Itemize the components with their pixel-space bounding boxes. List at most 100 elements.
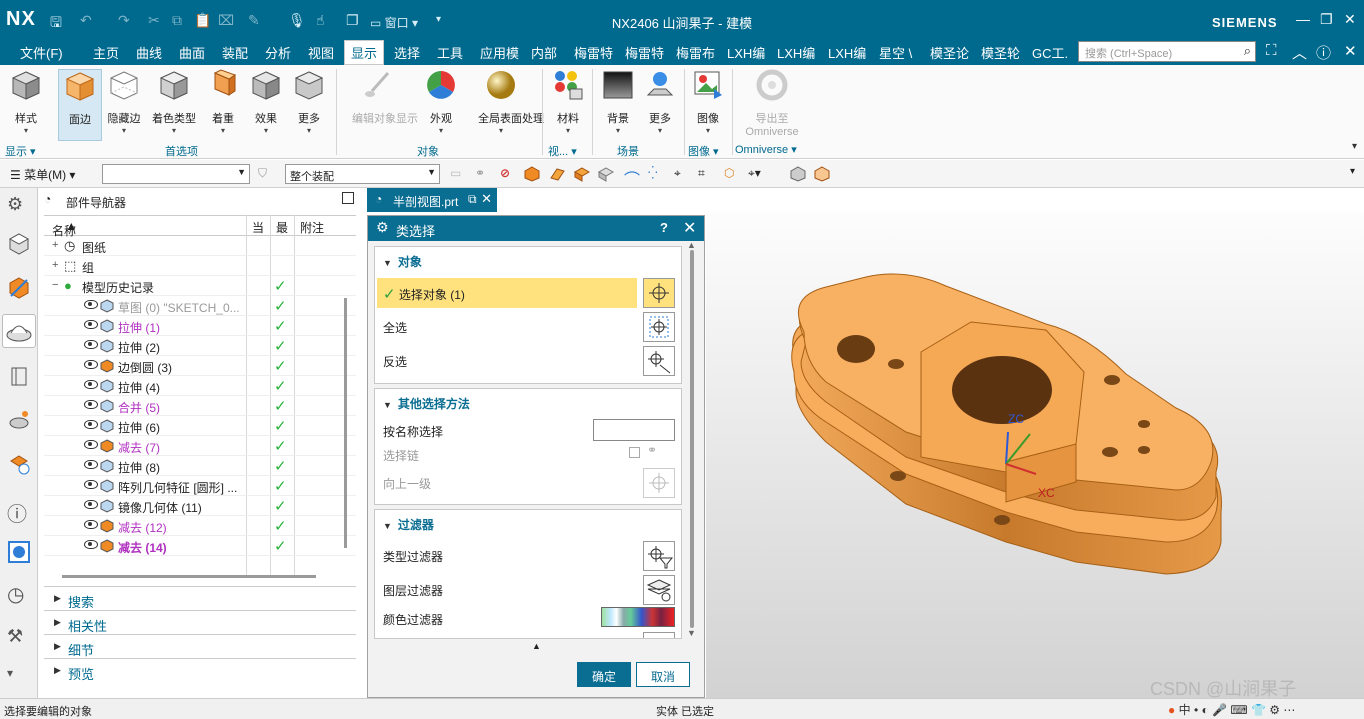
hd3d-icon[interactable] — [7, 408, 31, 432]
tab-close-icon[interactable]: ✕ — [481, 191, 492, 207]
constraint-navigator-icon[interactable] — [7, 276, 31, 300]
face-edge-button[interactable]: 面边 — [58, 69, 102, 141]
selection-scope-dropdown[interactable]: 整个装配 ▼ — [285, 164, 440, 184]
color-filter-swatch[interactable] — [601, 607, 675, 627]
group-view[interactable]: 视... ▾ — [548, 143, 577, 159]
tree-row[interactable]: 草图 (0) "SKETCH_0... ✓ — [44, 296, 356, 316]
visibility-eye-icon[interactable] — [84, 540, 98, 549]
tab-view[interactable]: 视图 — [308, 43, 334, 62]
visibility-eye-icon[interactable] — [84, 520, 98, 529]
menu-file[interactable]: 文件(F) — [20, 43, 63, 62]
tab-home[interactable]: 主页 — [93, 43, 119, 62]
tree-row[interactable]: − ● 模型历史记录 ✓ — [44, 276, 356, 296]
appearance-button[interactable]: 外观 ▾ — [419, 69, 463, 135]
dialog-close-icon[interactable]: ✕ — [683, 218, 696, 238]
visibility-eye-icon[interactable] — [84, 440, 98, 449]
panel-dependency[interactable]: ▶ 相关性 — [44, 610, 356, 634]
more-filter-button[interactable] — [643, 632, 675, 638]
column-latest[interactable]: 最 — [276, 219, 288, 236]
curve-icon[interactable]: ⌒ — [624, 166, 640, 189]
visibility-eye-icon[interactable] — [84, 400, 98, 409]
solid-body-icon[interactable] — [524, 166, 540, 182]
select-all-button[interactable] — [643, 312, 675, 342]
collapse-dialog-icon[interactable]: ▲ — [532, 641, 541, 651]
hidden-edge-button[interactable]: 隐藏边 ▾ — [102, 69, 146, 135]
part-navigator-icon[interactable] — [2, 314, 36, 348]
tab-edit-icon[interactable]: ⧉ — [468, 192, 477, 207]
tree-row[interactable]: 合并 (5) ✓ — [44, 396, 356, 416]
tab-plugin-3[interactable]: 梅雷布 — [676, 43, 715, 62]
tree-row[interactable]: 拉伸 (4) ✓ — [44, 376, 356, 396]
tab-xingkong[interactable]: 星空 \ — [879, 43, 912, 62]
tab-plugin-2[interactable]: 梅雷特 — [625, 43, 664, 62]
minimize-button[interactable]: — — [1296, 11, 1310, 27]
layer-filter-button[interactable] — [643, 575, 675, 605]
settings-gear-icon[interactable]: ⚙ — [7, 194, 31, 218]
snap-icon[interactable]: ⚭ — [475, 166, 491, 182]
style-button[interactable]: 样式 ▾ — [4, 69, 48, 135]
visibility-eye-icon[interactable] — [84, 500, 98, 509]
close-button[interactable]: ✕ — [1344, 11, 1356, 28]
ribbon-expand-icon[interactable]: ▾ — [1352, 141, 1357, 152]
select-by-name-input[interactable] — [593, 419, 675, 441]
visibility-eye-icon[interactable] — [84, 420, 98, 429]
panel-details[interactable]: ▶ 细节 — [44, 634, 356, 658]
main-menu-button[interactable]: ☰ 菜单(M) ▾ — [10, 166, 75, 183]
tab-mosheng-1[interactable]: 模圣论 — [930, 43, 969, 62]
section-object-header[interactable]: ▼ 对象 — [383, 253, 422, 270]
effect-button[interactable]: 效果 ▾ — [244, 69, 288, 135]
tools-icon[interactable]: ⚒ — [7, 626, 31, 650]
image-button[interactable]: 图像 ▾ — [686, 69, 730, 135]
gray-cube-icon[interactable] — [790, 166, 806, 182]
tree-row[interactable]: 拉伸 (1) ✓ — [44, 316, 356, 336]
select-object-crosshair-button[interactable] — [643, 278, 675, 308]
history-clock-icon[interactable]: ◷ — [7, 582, 31, 606]
section-filter-header[interactable]: ▼ 过滤器 — [383, 516, 434, 533]
type-filter-dropdown[interactable]: ▼ — [102, 164, 250, 184]
group-display[interactable]: 显示 ▾ — [5, 143, 36, 159]
scroll-down-icon[interactable]: ▼ — [687, 628, 696, 638]
tab-mosheng-2[interactable]: 模圣轮 — [981, 43, 1020, 62]
emphasis-button[interactable]: 着重 ▾ — [201, 69, 245, 135]
tree-row[interactable]: 拉伸 (8) ✓ — [44, 456, 356, 476]
point-snap-icon[interactable]: ⌖▾ — [748, 166, 764, 182]
scroll-up-icon[interactable]: ▲ — [687, 240, 696, 250]
tab-lxh-2[interactable]: LXH编 — [777, 43, 815, 62]
fullscreen-icon[interactable]: ⛶ — [1266, 42, 1277, 59]
visibility-eye-icon[interactable] — [84, 300, 98, 309]
more-preferences-button[interactable]: 更多 ▾ — [287, 69, 331, 135]
tab-lxh-3[interactable]: LXH编 — [828, 43, 866, 62]
background-button[interactable]: 背景 ▾ — [596, 69, 640, 135]
tab-curve[interactable]: 曲线 — [136, 43, 162, 62]
cursor-select-icon[interactable]: ⌖ — [674, 166, 690, 182]
materials-button[interactable]: 材料 ▾ — [546, 69, 590, 135]
visibility-eye-icon[interactable] — [84, 320, 98, 329]
edit-object-display-button[interactable]: 编辑对象显示 — [352, 69, 418, 126]
collapse-ribbon-icon[interactable]: ︿ — [1292, 42, 1307, 63]
group-image[interactable]: 图像 ▾ — [688, 143, 719, 159]
column-name[interactable]: 名称 ▲ — [52, 219, 77, 238]
tree-row[interactable]: 阵列几何特征 [圆形] ... ✓ — [44, 476, 356, 496]
tree-row[interactable]: 拉伸 (6) ✓ — [44, 416, 356, 436]
panel-search[interactable]: ▶ 搜索 — [44, 586, 356, 610]
select-feature-icon[interactable]: ▭ — [450, 166, 466, 182]
help-icon[interactable]: ⓘ — [1316, 42, 1331, 63]
graphics-viewport[interactable]: ZC XC — [706, 212, 1364, 698]
dialog-settings-gear-icon[interactable]: ⚙ — [376, 219, 389, 236]
type-filter-button[interactable] — [643, 541, 675, 571]
cancel-button[interactable]: 取消 — [636, 662, 690, 687]
column-notes[interactable]: 附注 — [300, 219, 324, 236]
tab-internal[interactable]: 内部 — [531, 43, 557, 62]
tab-select[interactable]: 选择 — [394, 43, 420, 62]
up-one-level-button[interactable] — [643, 468, 675, 498]
filter-icon[interactable]: ⛉ — [258, 166, 274, 182]
dialog-scrollbar[interactable] — [690, 250, 694, 628]
visibility-eye-icon[interactable] — [84, 480, 98, 489]
tree-row[interactable]: 边倒圆 (3) ✓ — [44, 356, 356, 376]
column-current[interactable]: 当 — [252, 219, 264, 236]
orange-cube-icon[interactable] — [814, 166, 830, 182]
tree-row[interactable]: + ⬚ 组 — [44, 256, 356, 276]
command-search-input[interactable]: 搜索 (Ctrl+Space) ⌕ — [1078, 41, 1256, 62]
tree-row[interactable]: 镜像几何体 (11) ✓ — [44, 496, 356, 516]
expand-icon[interactable]: + — [52, 259, 58, 271]
